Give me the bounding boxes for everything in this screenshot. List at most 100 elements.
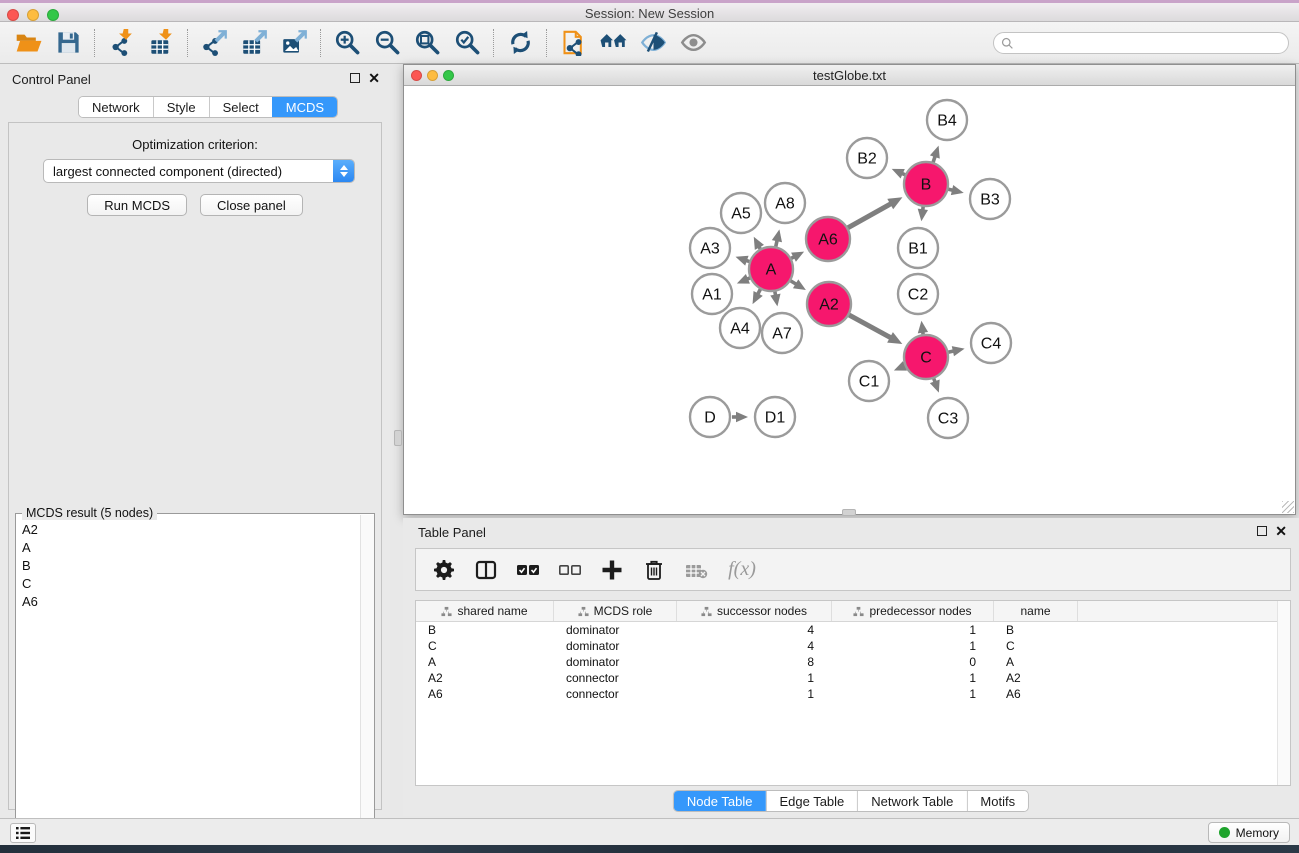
export-image-icon[interactable]: [274, 26, 314, 60]
table-scrollbar[interactable]: [1277, 601, 1290, 785]
zoom-selected-icon[interactable]: [447, 26, 487, 60]
save-session-icon[interactable]: [48, 26, 88, 60]
node-label: C3: [938, 411, 959, 428]
zoom-out-icon[interactable]: [367, 26, 407, 60]
close-panel-button[interactable]: Close panel: [200, 194, 303, 216]
cell-MCDS-role: connector: [554, 687, 677, 701]
tab-motifs[interactable]: Motifs: [966, 791, 1028, 811]
table-row[interactable]: A6connector11A6: [416, 686, 1290, 702]
result-item[interactable]: B: [16, 556, 359, 574]
mcds-result-title: MCDS result (5 nodes): [22, 506, 157, 520]
float-panel-icon[interactable]: [350, 73, 360, 83]
node-label: B1: [908, 241, 928, 258]
node-label: A6: [818, 232, 838, 249]
table-row[interactable]: Cdominator41C: [416, 638, 1290, 654]
search-field[interactable]: [993, 32, 1289, 54]
cell-name: A: [994, 655, 1078, 669]
home-icon[interactable]: [593, 26, 633, 60]
edge-arrowhead: [736, 256, 749, 266]
graph-edge[interactable]: [847, 203, 892, 228]
result-item[interactable]: A2: [16, 520, 359, 538]
cell-successor-nodes: 4: [677, 623, 832, 637]
node-label: C2: [908, 287, 929, 304]
tab-mcds[interactable]: MCDS: [272, 97, 337, 117]
graph-edge[interactable]: [848, 315, 891, 339]
table-row[interactable]: A2connector11A2: [416, 670, 1290, 686]
node-label: A2: [819, 297, 839, 314]
toggle-columns-icon[interactable]: [468, 553, 504, 587]
import-table-icon[interactable]: [141, 26, 181, 60]
run-mcds-button[interactable]: Run MCDS: [87, 194, 187, 216]
network-canvas[interactable]: AA1A2A3A4A5A6A7A8BB1B2B3B4CC1C2C3C4DD1: [405, 87, 1294, 514]
column-header-MCDS-role[interactable]: MCDS role: [554, 601, 677, 621]
column-header-predecessor-nodes[interactable]: predecessor nodes: [832, 601, 994, 621]
column-header-successor-nodes[interactable]: successor nodes: [677, 601, 832, 621]
edge-arrowhead: [930, 380, 940, 393]
close-table-panel-icon[interactable]: ✕: [1275, 526, 1287, 536]
result-scrollbar[interactable]: [360, 515, 374, 851]
window-resize-handle[interactable]: [1282, 501, 1294, 513]
export-table-icon[interactable]: [234, 26, 274, 60]
edge-arrowhead: [770, 294, 780, 307]
result-item[interactable]: A: [16, 538, 359, 556]
delete-column-icon[interactable]: [636, 553, 672, 587]
column-header-name[interactable]: name: [994, 601, 1078, 621]
column-header-shared-name[interactable]: shared name: [416, 601, 554, 621]
function-builder-icon[interactable]: f(x): [720, 553, 764, 587]
delete-table-icon[interactable]: [678, 553, 714, 587]
cell-MCDS-role: connector: [554, 671, 677, 685]
node-label: A5: [731, 206, 751, 223]
float-table-panel-icon[interactable]: [1257, 526, 1267, 536]
table-settings-icon[interactable]: [426, 553, 462, 587]
vertical-split-handle[interactable]: [394, 430, 402, 446]
open-session-icon[interactable]: [8, 26, 48, 60]
table-row[interactable]: Bdominator41B: [416, 622, 1290, 638]
cell-successor-nodes: 4: [677, 639, 832, 653]
memory-button[interactable]: Memory: [1208, 822, 1290, 843]
result-item[interactable]: A6: [16, 592, 359, 610]
task-history-button[interactable]: [10, 823, 36, 843]
control-panel-tabs: NetworkStyleSelectMCDS: [78, 96, 338, 118]
criterion-dropdown[interactable]: largest connected component (directed): [43, 159, 355, 183]
node-label: B: [921, 177, 932, 194]
main-toolbar-groups: [8, 26, 713, 60]
select-all-columns-icon[interactable]: [510, 553, 546, 587]
tab-network[interactable]: Network: [79, 97, 153, 117]
table-row[interactable]: Adominator80A: [416, 654, 1290, 670]
list-icon: [16, 827, 30, 839]
cell-predecessor-nodes: 0: [832, 655, 994, 669]
hierarchy-icon: [441, 606, 452, 617]
new-network-icon[interactable]: [553, 26, 593, 60]
tab-select[interactable]: Select: [209, 97, 272, 117]
tab-edge-table[interactable]: Edge Table: [765, 791, 857, 811]
search-input[interactable]: [1014, 36, 1288, 50]
result-item[interactable]: C: [16, 574, 359, 592]
node-table[interactable]: shared nameMCDS rolesuccessor nodesprede…: [415, 600, 1291, 786]
network-window-titlebar[interactable]: testGlobe.txt: [404, 65, 1295, 86]
main-toolbar: [0, 22, 1299, 64]
deselect-all-columns-icon[interactable]: [552, 553, 588, 587]
zoom-fit-icon[interactable]: [407, 26, 447, 60]
export-network-icon[interactable]: [194, 26, 234, 60]
apply-layout-icon[interactable]: [500, 26, 540, 60]
hide-panels-icon[interactable]: [633, 26, 673, 60]
network-view-window: testGlobe.txt AA1A2A3A4A5A6A7A8BB1B2B3B4…: [403, 64, 1296, 515]
close-panel-icon[interactable]: ✕: [368, 73, 380, 83]
hierarchy-icon: [853, 606, 864, 617]
tab-node-table[interactable]: Node Table: [674, 791, 766, 811]
tab-network-table[interactable]: Network Table: [857, 791, 966, 811]
cell-name: C: [994, 639, 1078, 653]
toolbar-separator: [546, 29, 547, 57]
edge-arrowhead: [930, 146, 940, 159]
add-column-icon[interactable]: [594, 553, 630, 587]
mcds-result-list: A2ABCA6: [16, 520, 359, 851]
tab-style[interactable]: Style: [153, 97, 209, 117]
node-label: A1: [702, 287, 722, 304]
horizontal-split-handle[interactable]: [842, 509, 856, 516]
mcds-tab-content: Optimization criterion: largest connecte…: [8, 122, 382, 810]
import-network-icon[interactable]: [101, 26, 141, 60]
cell-predecessor-nodes: 1: [832, 623, 994, 637]
show-panels-icon[interactable]: [673, 26, 713, 60]
cell-shared-name: A: [416, 655, 554, 669]
zoom-in-icon[interactable]: [327, 26, 367, 60]
